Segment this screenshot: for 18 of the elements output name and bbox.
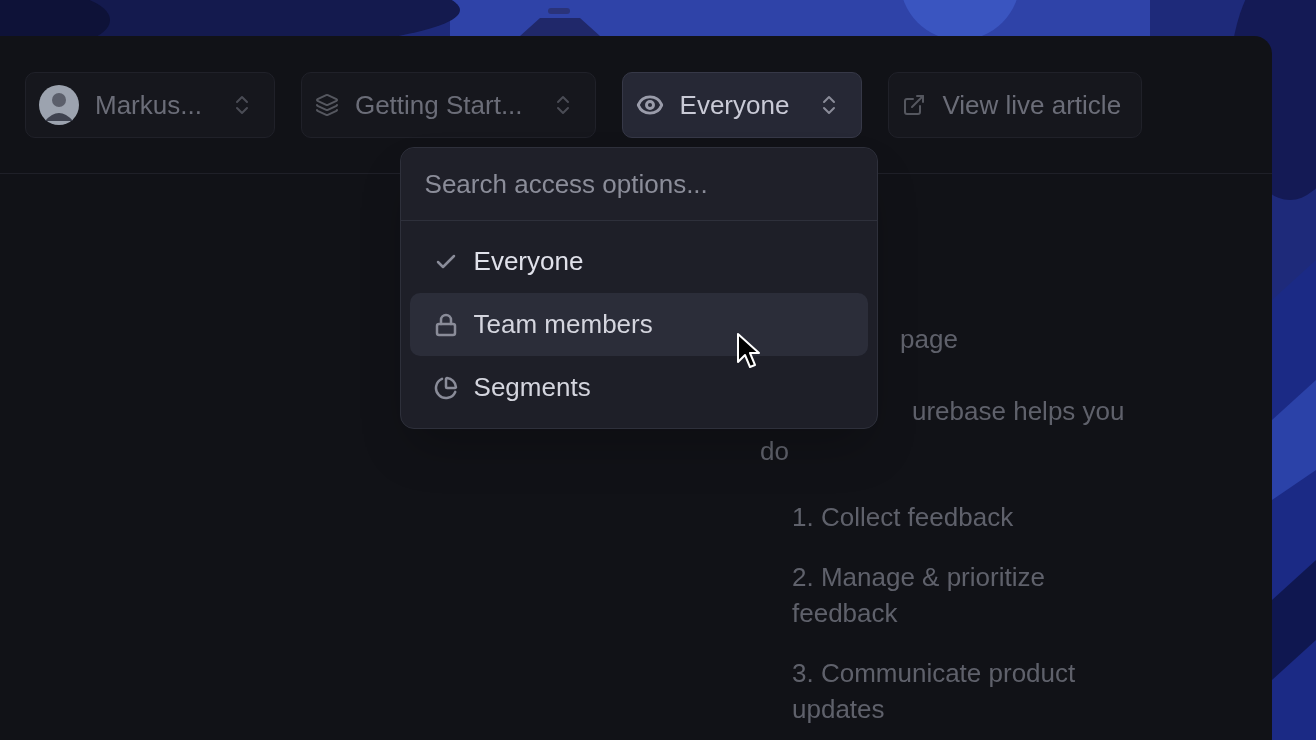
article-text: do <box>760 435 789 468</box>
cursor-icon <box>736 332 762 370</box>
stack-icon <box>314 93 339 117</box>
search-input[interactable]: Search access options... <box>424 164 853 204</box>
article-text: page <box>899 323 958 356</box>
avatar-icon <box>39 85 79 125</box>
list-item: 1. Collect feedback <box>792 501 1015 534</box>
access-option[interactable]: Everyone <box>409 230 868 293</box>
pie-chart-icon <box>433 375 458 400</box>
article-text: urebase helps you <box>911 395 1125 428</box>
search-field[interactable]: Search access options... <box>400 148 877 221</box>
selector-button[interactable]: Everyone <box>621 72 863 138</box>
list-item: 3. Communicate product updates <box>792 657 1077 726</box>
list-item: 2. Manage & prioritize feedback <box>792 561 1046 630</box>
access-option[interactable]: Segments <box>409 356 868 419</box>
access-option[interactable]: Team members <box>409 293 868 356</box>
external-link-icon <box>902 93 927 117</box>
lock-icon <box>433 312 458 337</box>
